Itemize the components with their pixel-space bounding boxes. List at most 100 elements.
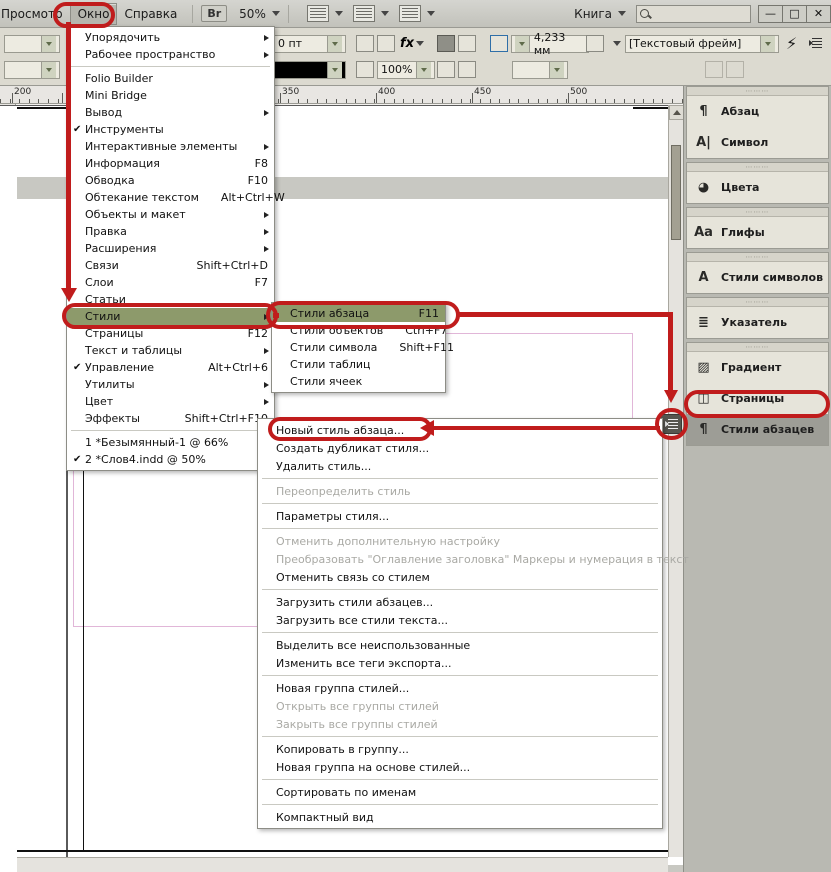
dock-group-grip[interactable]: ⋯⋯⋯ [687,253,828,262]
menu-item-новый-стиль-абзаца[interactable]: Новый стиль абзаца... [258,421,662,439]
leading-field[interactable]: 0 пт [274,34,346,53]
menu-item-новая-группа-на-основе-стилей[interactable]: Новая группа на основе стилей... [258,758,662,776]
control-field-left-2[interactable] [4,60,60,79]
align-text-bottom-icon[interactable] [458,61,476,78]
screen-mode-icon[interactable] [306,5,329,22]
menu-item-связи[interactable]: Связи Shift+Ctrl+D [67,257,274,274]
menu-item-статьи[interactable]: Статьи [67,291,274,308]
menu-item-слои[interactable]: Слои F7 [67,274,274,291]
menu-item-загрузить-стили-абзацев[interactable]: Загрузить стили абзацев... [258,593,662,611]
submenu-chevron-icon[interactable] [264,211,269,218]
menu-item-закрыть-все-группы-стилей[interactable]: Закрыть все группы стилей [258,715,662,733]
vertical-scrollbar[interactable] [668,105,683,857]
menu-item-параметры-стиля[interactable]: Параметры стиля... [258,507,662,525]
drop-shadow-icon[interactable] [377,35,395,52]
help-search-box[interactable] [636,4,751,23]
menu-item-удалить-стиль[interactable]: Удалить стиль... [258,457,662,475]
window-menu[interactable]: Упорядочить Рабочее пространство Folio Bui… [66,26,285,471]
menu-item-преобразовать-оглавление-заголовка-марке[interactable]: Преобразовать "Оглавление заголовка" Мар… [258,550,689,568]
dock-item-абзац[interactable]: ¶ Абзац [687,96,828,127]
menu-item-обводка[interactable]: Обводка F10 [67,172,274,189]
dock-item-страницы[interactable]: ◫ Страницы [687,383,828,414]
menu-item-загрузить-все-стили-текста[interactable]: Загрузить все стили текста... [258,611,662,629]
text-frame-options-icon[interactable] [356,35,374,52]
submenu-chevron-icon[interactable] [264,313,269,320]
menu-item-1-безымянный-1-66[interactable]: 1 *Безымянный-1 @ 66% [67,434,274,451]
submenu-chevron-icon[interactable] [264,347,269,354]
submenu-chevron-icon[interactable] [264,381,269,388]
minimize-button[interactable]: — [758,4,783,23]
submenu-chevron-icon[interactable] [264,143,269,150]
menu-item-упорядочить[interactable]: Упорядочить [67,29,274,46]
menu-item-отменить-связь-со-стилем[interactable]: Отменить связь со стилем [258,568,662,586]
inset-spacing-stepper-icon[interactable] [515,35,530,52]
menu-item-новая-группа-стилей[interactable]: Новая группа стилей... [258,679,662,697]
dock-group-grip[interactable]: ⋯⋯⋯ [687,343,828,352]
menu-item-расширения[interactable]: Расширения [67,240,274,257]
control-field-left-1[interactable] [4,34,60,53]
menu-item-информация[interactable]: Информация F8 [67,155,274,172]
inset-spacing-field[interactable]: 4,233 мм [511,31,589,57]
zoom-dropdown-chevron-icon[interactable] [271,11,280,16]
dock-group-grip[interactable]: ⋯⋯⋯ [687,87,828,96]
object-style-chevron-icon[interactable] [613,41,621,46]
menu-item-стили-таблиц[interactable]: Стили таблиц [272,356,445,373]
menu-item-вывод[interactable]: Вывод [67,104,274,121]
submenu-chevron-icon[interactable] [264,245,269,252]
submenu-chevron-icon[interactable] [264,34,269,41]
menu-item-цвет[interactable]: Цвет [67,393,274,410]
menu-item-стили-абзаца[interactable]: Стили абзаца F11 [272,305,445,322]
workspace-switcher-label[interactable]: Книга [574,7,612,21]
baseline-grid-icon[interactable] [490,35,508,52]
stroke-weight-chevron-icon[interactable] [327,61,342,78]
reset-object-icon[interactable] [705,61,723,78]
menu-bar-item-okno[interactable]: Окно [69,2,118,25]
menu-item-рабочее-пространство[interactable]: Рабочее пространство [67,46,274,63]
control-field-left-1-chevron-icon[interactable] [41,35,56,52]
horizontal-scrollbar[interactable] [17,857,668,872]
menu-item-инструменты[interactable]: ✔ Инструменты [67,121,274,138]
dock-item-глифы[interactable]: Aa Глифы [687,217,828,248]
close-button[interactable]: ✕ [806,4,831,23]
styles-submenu[interactable]: Стили абзаца F11 Стили объектов Ctrl+F7 Стил… [271,302,454,393]
menu-item-страницы[interactable]: Страницы F12 [67,325,274,342]
menu-item-утилиты[interactable]: Утилиты [67,376,274,393]
opacity-field[interactable]: 100% [377,60,435,79]
menu-item-стили[interactable]: Стили [67,308,274,325]
maximize-button[interactable]: □ [782,4,807,23]
transparency-icon[interactable] [356,61,374,78]
effects-chevron-icon[interactable] [416,41,425,46]
menu-item-стили-символа[interactable]: Стили символа Shift+F11 [272,339,454,356]
screen-mode-chevron-icon[interactable] [334,11,343,16]
menu-bar-item-spravka[interactable]: Справка [117,4,184,24]
text-wrap-icon-2[interactable] [437,61,455,78]
leading-chevron-icon[interactable] [327,35,342,52]
menu-item-управление[interactable]: ✔ Управление Alt+Ctrl+6 [67,359,274,376]
object-style-dropdown-chevron-icon[interactable] [760,35,775,52]
quick-apply-icon[interactable]: ⚡ [786,34,797,53]
menu-item-открыть-все-группы-стилей[interactable]: Открыть все группы стилей [258,697,662,715]
panel-menu-button[interactable] [660,414,682,434]
align-text-top-icon[interactable] [437,35,455,52]
page-left[interactable] [0,105,67,872]
menu-item-эффекты[interactable]: Эффекты Shift+Ctrl+F10 [67,410,274,427]
menu-item-создать-дубликат-стиля[interactable]: Создать дубликат стиля... [258,439,662,457]
view-mode-icon[interactable] [352,5,375,22]
paragraph-styles-panel-menu[interactable]: Новый стиль абзаца... Создать дубликат ст… [257,418,689,829]
dock-item-градиент[interactable]: ▨ Градиент [687,352,828,383]
submenu-chevron-icon[interactable] [264,109,269,116]
bridge-button[interactable]: Br [201,5,228,22]
object-style-field[interactable]: [Текстовый фрейм] [625,34,779,53]
dock-item-стили-символов[interactable]: A Стили символов [687,262,828,293]
menu-item-копировать-в-группу[interactable]: Копировать в группу... [258,740,662,758]
dock-item-стили-абзацев[interactable]: ¶ Стили абзацев [687,414,828,445]
dock-group-grip[interactable]: ⋯⋯⋯ [687,163,828,172]
dock-group-grip[interactable]: ⋯⋯⋯ [687,298,828,307]
menu-item-стили-ячеек[interactable]: Стили ячеек [272,373,445,390]
control-field-left-2-chevron-icon[interactable] [41,61,56,78]
submenu-chevron-icon[interactable] [264,398,269,405]
submenu-chevron-icon[interactable] [264,228,269,235]
menu-item-отменить-дополнительную-настройку[interactable]: Отменить дополнительную настройку [258,532,662,550]
arrange-documents-chevron-icon[interactable] [426,11,435,16]
zoom-level-value[interactable]: 50% [239,7,266,21]
